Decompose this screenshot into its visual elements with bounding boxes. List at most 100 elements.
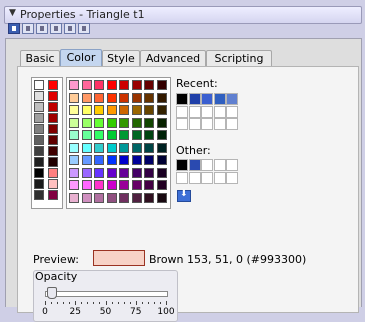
palette-swatch[interactable]	[144, 105, 154, 115]
align-icon[interactable]	[64, 23, 76, 34]
palette-swatch[interactable]	[156, 80, 167, 90]
palette-swatch[interactable]	[81, 155, 92, 165]
palette-swatch[interactable]	[81, 117, 92, 128]
palette-swatch[interactable]	[69, 117, 79, 128]
color-slot[interactable]	[201, 105, 213, 118]
palette-swatch[interactable]	[69, 130, 79, 140]
palette-swatch[interactable]	[119, 192, 129, 203]
palette-swatch[interactable]	[144, 117, 154, 128]
palette-swatch[interactable]	[69, 167, 79, 178]
palette-swatch[interactable]	[119, 130, 129, 140]
color-slot[interactable]	[226, 93, 238, 105]
tab-style[interactable]: Style	[102, 50, 140, 67]
palette-swatch[interactable]	[48, 179, 58, 189]
palette-swatch[interactable]	[48, 168, 58, 178]
opacity-slider-thumb[interactable]	[47, 287, 58, 299]
palette-swatch[interactable]	[156, 167, 167, 178]
palette-swatch[interactable]	[81, 130, 92, 140]
palette-swatch[interactable]	[131, 130, 142, 140]
palette-swatch[interactable]	[81, 180, 92, 190]
tab-basic[interactable]: Basic	[20, 50, 60, 67]
palette-swatch[interactable]	[81, 192, 92, 203]
palette-swatch[interactable]	[131, 180, 142, 190]
palette-swatch[interactable]	[131, 192, 142, 203]
palette-swatch[interactable]	[34, 146, 44, 156]
palette-swatch[interactable]	[94, 80, 104, 90]
color-slot[interactable]	[188, 105, 201, 118]
palette-swatch[interactable]	[48, 91, 58, 101]
color-slot[interactable]	[201, 159, 213, 171]
palette-swatch[interactable]	[106, 117, 117, 128]
palette-swatch[interactable]	[144, 92, 154, 103]
color-slot[interactable]	[201, 93, 213, 105]
palette-swatch[interactable]	[131, 80, 142, 90]
palette-swatch[interactable]	[94, 180, 104, 190]
add-color-button[interactable]: ⬇	[177, 189, 191, 202]
palette-swatch[interactable]	[119, 80, 129, 90]
palette-swatch[interactable]	[34, 168, 44, 178]
opacity-slider-track[interactable]	[45, 291, 168, 297]
palette-swatch[interactable]	[34, 80, 44, 90]
palette-swatch[interactable]	[69, 192, 79, 203]
palette-swatch[interactable]	[119, 105, 129, 115]
palette-swatch[interactable]	[34, 124, 44, 134]
palette-swatch[interactable]	[106, 192, 117, 203]
palette-swatch[interactable]	[94, 117, 104, 128]
image-icon[interactable]	[50, 23, 62, 34]
palette-swatch[interactable]	[81, 92, 92, 103]
palette-swatch[interactable]	[106, 130, 117, 140]
color-slot[interactable]	[176, 118, 188, 130]
color-slot[interactable]	[188, 118, 201, 130]
palette-swatch[interactable]	[156, 105, 167, 115]
palette-swatch[interactable]	[144, 167, 154, 178]
triangle-icon[interactable]	[22, 23, 34, 34]
palette-swatch[interactable]	[34, 113, 44, 123]
palette-swatch[interactable]	[48, 102, 58, 112]
title-bar[interactable]: ▼ Properties - Triangle t1	[4, 6, 362, 24]
palette-swatch[interactable]	[69, 80, 79, 90]
color-slot[interactable]	[213, 171, 226, 184]
palette-swatch[interactable]	[81, 80, 92, 90]
palette-swatch[interactable]	[69, 105, 79, 115]
palette-swatch[interactable]	[106, 105, 117, 115]
palette-swatch[interactable]	[119, 142, 129, 153]
palette-swatch[interactable]	[94, 105, 104, 115]
palette-swatch[interactable]	[34, 135, 44, 145]
color-slot[interactable]	[213, 159, 226, 171]
palette-swatch[interactable]	[131, 142, 142, 153]
palette-swatch[interactable]	[119, 167, 129, 178]
palette-swatch[interactable]	[144, 80, 154, 90]
color-slot[interactable]	[213, 93, 226, 105]
palette-swatch[interactable]	[106, 80, 117, 90]
palette-swatch[interactable]	[131, 155, 142, 165]
palette-swatch[interactable]	[48, 146, 58, 156]
collapse-arrow-icon[interactable]: ▼	[9, 8, 16, 18]
tab-advanced[interactable]: Advanced	[140, 50, 206, 67]
color-slot[interactable]	[176, 159, 188, 171]
palette-swatch[interactable]	[94, 167, 104, 178]
palette-swatch[interactable]	[156, 92, 167, 103]
palette-swatch[interactable]	[81, 142, 92, 153]
color-slot[interactable]	[176, 105, 188, 118]
palette-swatch[interactable]	[48, 135, 58, 145]
color-slot[interactable]	[226, 159, 238, 171]
palette-swatch[interactable]	[106, 167, 117, 178]
palette-swatch[interactable]	[131, 105, 142, 115]
palette-swatch[interactable]	[48, 124, 58, 134]
brush-icon[interactable]	[78, 23, 90, 34]
color-slot[interactable]	[226, 118, 238, 130]
palette-swatch[interactable]	[34, 102, 44, 112]
color-slot[interactable]	[188, 171, 201, 184]
palette-swatch[interactable]	[119, 117, 129, 128]
palette-swatch[interactable]	[144, 130, 154, 140]
palette-swatch[interactable]	[48, 80, 58, 90]
palette-swatch[interactable]	[156, 192, 167, 203]
palette-swatch[interactable]	[156, 155, 167, 165]
palette-swatch[interactable]	[69, 92, 79, 103]
palette-swatch[interactable]	[34, 190, 44, 200]
palette-swatch[interactable]	[156, 117, 167, 128]
palette-swatch[interactable]	[119, 180, 129, 190]
palette-swatch[interactable]	[48, 113, 58, 123]
palette-swatch[interactable]	[131, 92, 142, 103]
color-slot[interactable]	[226, 171, 238, 184]
